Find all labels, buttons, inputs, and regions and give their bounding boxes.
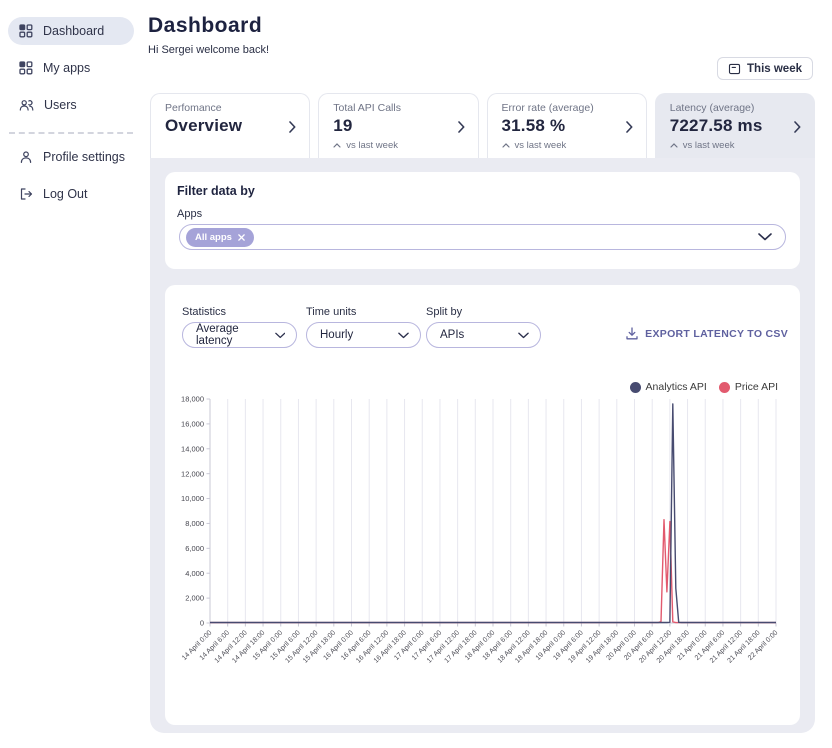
profile-icon (19, 150, 33, 164)
time-units-select[interactable]: Hourly (306, 322, 421, 348)
svg-text:6,000: 6,000 (185, 544, 204, 553)
sidebar-item-label: Users (44, 98, 77, 112)
time-units-select-value: Hourly (320, 329, 353, 341)
statistics-label: Statistics (182, 306, 226, 318)
sidebar-item-label: Profile settings (43, 150, 125, 164)
tab-value: 31.58 % (502, 116, 632, 136)
kpi-tabs: Perfomance Overview Total API Calls 19 v… (150, 93, 815, 158)
sidebar-item-log-out[interactable]: Log Out (8, 180, 134, 208)
chevron-right-icon (626, 120, 633, 138)
caret-up-icon (670, 143, 678, 148)
tab-label: Total API Calls (333, 102, 463, 114)
users-icon (19, 98, 34, 112)
svg-text:0: 0 (200, 619, 204, 628)
split-by-label: Split by (426, 306, 462, 318)
sidebar-item-label: My apps (43, 61, 90, 75)
calendar-icon (728, 62, 741, 75)
sidebar-item-users[interactable]: Users (8, 91, 134, 119)
svg-text:16,000: 16,000 (181, 419, 204, 428)
close-icon[interactable] (238, 234, 245, 241)
chevron-right-icon (289, 120, 296, 138)
page-title: Dashboard (148, 14, 262, 38)
sidebar-item-profile-settings[interactable]: Profile settings (8, 143, 134, 171)
statistics-select-value: Average latency (196, 323, 275, 347)
svg-text:14,000: 14,000 (181, 444, 204, 453)
chevron-down-icon (398, 332, 409, 339)
tab-label: Perfomance (165, 102, 295, 114)
tab-value: Overview (165, 116, 295, 136)
latency-line-chart: 14 April 0:0014 April 6:0014 April 12:00… (180, 388, 790, 698)
sidebar-item-label: Dashboard (43, 24, 104, 38)
svg-text:8,000: 8,000 (185, 519, 204, 528)
chevron-down-icon (518, 332, 529, 339)
sidebar-divider (9, 132, 133, 134)
apps-grid-icon (19, 61, 33, 75)
chevron-down-icon[interactable] (758, 228, 772, 246)
export-csv-button[interactable]: EXPORT LATENCY TO CSV (626, 327, 788, 340)
greeting-text: Hi Sergei welcome back! (148, 44, 269, 56)
statistics-select[interactable]: Average latency (182, 322, 297, 348)
tab-latency-selected[interactable]: Latency (average) 7227.58 ms vs last wee… (655, 93, 815, 158)
svg-text:10,000: 10,000 (181, 494, 204, 503)
tab-value: 19 (333, 116, 463, 136)
tab-delta: vs last week (502, 140, 632, 151)
split-by-select-value: APIs (440, 329, 464, 341)
tab-label: Latency (average) (670, 102, 800, 114)
period-selector-button[interactable]: This week (717, 57, 813, 80)
sidebar-item-dashboard[interactable]: Dashboard (8, 17, 134, 45)
sidebar-item-label: Log Out (43, 187, 87, 201)
chevron-right-icon (794, 120, 801, 138)
chart-card: Statistics Time units Split by Average l… (165, 285, 800, 725)
tab-error-rate[interactable]: Error rate (average) 31.58 % vs last wee… (487, 93, 647, 158)
svg-text:4,000: 4,000 (185, 569, 204, 578)
period-selector-label: This week (747, 63, 802, 75)
tab-performance-overview[interactable]: Perfomance Overview (150, 93, 310, 158)
dashboard-page: { "colors": { "chip_bg": "#a5a3d8", "sel… (0, 0, 832, 748)
apps-field-label: Apps (177, 208, 202, 220)
svg-text:12,000: 12,000 (181, 469, 204, 478)
tab-total-api-calls[interactable]: Total API Calls 19 vs last week (318, 93, 478, 158)
tab-label: Error rate (average) (502, 102, 632, 114)
split-by-select[interactable]: APIs (426, 322, 541, 348)
export-csv-label: EXPORT LATENCY TO CSV (645, 328, 788, 340)
all-apps-chip[interactable]: All apps (186, 228, 254, 247)
logout-icon (19, 187, 33, 201)
caret-up-icon (333, 143, 341, 148)
tab-delta: vs last week (670, 140, 800, 151)
filter-card: Filter data by Apps All apps (165, 172, 800, 269)
download-icon (626, 327, 638, 340)
svg-text:2,000: 2,000 (185, 594, 204, 603)
content-panel: Filter data by Apps All apps Statistics … (150, 158, 815, 733)
apps-multiselect[interactable]: All apps (179, 224, 786, 250)
chevron-down-icon (275, 332, 286, 339)
filter-title: Filter data by (177, 184, 255, 198)
svg-text:18,000: 18,000 (181, 395, 204, 404)
tab-value: 7227.58 ms (670, 116, 800, 136)
sidebar-item-my-apps[interactable]: My apps (8, 54, 134, 82)
chip-label: All apps (195, 232, 232, 243)
time-units-label: Time units (306, 306, 356, 318)
dashboard-grid-icon (19, 24, 33, 38)
sidebar: Dashboard My apps Users Profile settings… (0, 0, 142, 748)
tab-delta: vs last week (333, 140, 463, 151)
chevron-right-icon (458, 120, 465, 138)
caret-up-icon (502, 143, 510, 148)
